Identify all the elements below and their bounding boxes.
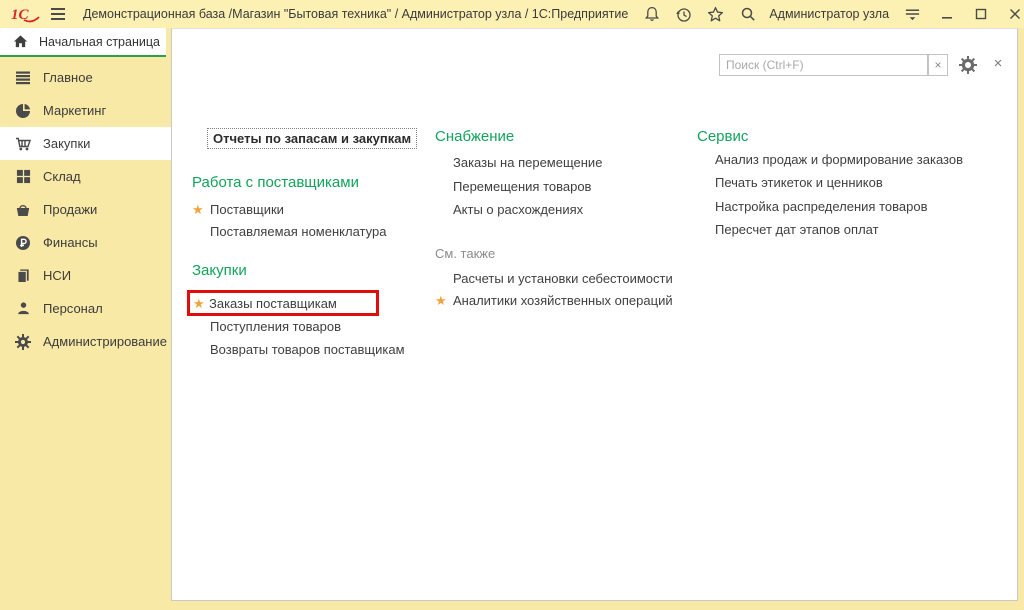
search-input[interactable] bbox=[719, 54, 928, 76]
menu-item-pechat-etiketok[interactable]: Печать этикеток и ценников bbox=[715, 175, 883, 190]
left-navigation: Начальная страница Главное Маркетинг Зак… bbox=[0, 28, 171, 610]
reports-stock-purchases-link[interactable]: Отчеты по запасам и закупкам bbox=[207, 128, 417, 149]
sidebar-menu: Главное Маркетинг Закупки Склад Продажи bbox=[0, 57, 171, 358]
minimize-button[interactable] bbox=[939, 6, 955, 22]
sidebar-item-glavnoe[interactable]: Главное bbox=[0, 61, 171, 94]
person-icon bbox=[14, 300, 32, 318]
sidebar-item-prodazhi[interactable]: Продажи bbox=[0, 193, 171, 226]
sidebar-item-label: Финансы bbox=[43, 235, 98, 250]
menu-lines-icon bbox=[14, 69, 32, 87]
basket-icon bbox=[14, 201, 32, 219]
menu-item-postupleniya-tovarov[interactable]: Поступления товаров bbox=[210, 319, 341, 334]
section-header-snabzhenie: Снабжение bbox=[435, 128, 514, 145]
main-menu-icon[interactable] bbox=[50, 7, 66, 21]
sidebar-item-label: НСИ bbox=[43, 268, 71, 283]
menu-item-postavlyaemaya-nomenklatura[interactable]: Поставляемая номенклатура bbox=[210, 224, 386, 239]
history-icon[interactable] bbox=[675, 6, 692, 23]
cart-icon bbox=[14, 135, 32, 153]
sidebar-item-marketing[interactable]: Маркетинг bbox=[0, 94, 171, 127]
purchases-function-panel: × × Отчеты по запасам и закупкам Работа … bbox=[171, 28, 1018, 601]
sidebar-item-finansy[interactable]: Финансы bbox=[0, 226, 171, 259]
pie-chart-icon bbox=[14, 102, 32, 120]
sidebar-item-label: Персонал bbox=[43, 301, 103, 316]
gear-icon bbox=[14, 333, 32, 351]
sidebar-item-label: Закупки bbox=[43, 136, 90, 151]
1c-logo-icon: 1С bbox=[10, 4, 42, 24]
ruble-icon bbox=[14, 234, 32, 252]
favorite-star-icon: ★ bbox=[192, 202, 210, 217]
section-header-suppliers-work: Работа с поставщиками bbox=[192, 174, 359, 191]
menu-item-label: Поставщики bbox=[210, 202, 284, 217]
panel-settings-gear-icon[interactable] bbox=[958, 55, 978, 75]
search-clear-button[interactable]: × bbox=[928, 54, 948, 76]
menu-item-vozvraty-tovarov[interactable]: Возвраты товаров поставщикам bbox=[210, 342, 405, 357]
sidebar-item-label: Администрирование bbox=[43, 334, 167, 349]
close-window-button[interactable] bbox=[1007, 6, 1023, 22]
sidebar-item-sklad[interactable]: Склад bbox=[0, 160, 171, 193]
sidebar-item-nsi[interactable]: НСИ bbox=[0, 259, 171, 292]
highlighted-menu-item-zakazy-postavshchikam[interactable]: ★ Заказы поставщикам bbox=[187, 290, 379, 316]
home-icon bbox=[13, 34, 29, 50]
section-header-sm-takzhe: См. также bbox=[435, 245, 495, 262]
sidebar-item-label: Маркетинг bbox=[43, 103, 106, 118]
sidebar-item-zakupki[interactable]: Закупки bbox=[0, 127, 171, 160]
current-user-label[interactable]: Администратор узла bbox=[769, 7, 889, 21]
favorite-star-icon: ★ bbox=[435, 293, 453, 308]
menu-item-label: Заказы поставщикам bbox=[209, 296, 337, 311]
sidebar-item-personal[interactable]: Персонал bbox=[0, 292, 171, 325]
home-page-tab[interactable]: Начальная страница bbox=[0, 28, 166, 57]
window-title: Демонстрационная база /Магазин "Бытовая … bbox=[83, 7, 628, 21]
menu-item-peremeshcheniya-tovarov[interactable]: Перемещения товаров bbox=[453, 179, 591, 194]
maximize-button[interactable] bbox=[973, 6, 989, 22]
grid-icon bbox=[14, 168, 32, 186]
sidebar-item-label: Склад bbox=[43, 169, 81, 184]
global-search-icon[interactable] bbox=[739, 6, 756, 23]
menu-item-nastroyka-raspredeleniya[interactable]: Настройка распределения товаров bbox=[715, 199, 927, 214]
section-header-zakupki: Закупки bbox=[192, 262, 247, 279]
menu-item-analiz-prodazh[interactable]: Анализ продаж и формирование заказов bbox=[715, 152, 963, 167]
sidebar-item-label: Продажи bbox=[43, 202, 97, 217]
window-titlebar: 1С Демонстрационная база /Магазин "Бытов… bbox=[0, 0, 1024, 28]
section-header-servis: Сервис bbox=[697, 128, 748, 145]
service-settings-menu-icon[interactable] bbox=[904, 6, 921, 23]
menu-item-analitiki-operatsiy[interactable]: ★ Аналитики хозяйственных операций bbox=[435, 292, 673, 308]
panel-close-icon[interactable]: × bbox=[990, 56, 1006, 72]
documents-icon bbox=[14, 267, 32, 285]
notifications-bell-icon[interactable] bbox=[643, 6, 660, 23]
sidebar-item-administrirovanie[interactable]: Администрирование bbox=[0, 325, 171, 358]
favorites-star-icon[interactable] bbox=[707, 6, 724, 23]
menu-item-label: Аналитики хозяйственных операций bbox=[453, 293, 673, 308]
menu-item-postavshchiki[interactable]: ★ Поставщики bbox=[192, 201, 284, 217]
menu-item-zakazy-na-peremeshchenie[interactable]: Заказы на перемещение bbox=[453, 155, 602, 170]
menu-item-raschety-sebestoimosti[interactable]: Расчеты и установки себестоимости bbox=[453, 271, 673, 286]
menu-item-pereschet-dat[interactable]: Пересчет дат этапов оплат bbox=[715, 222, 879, 237]
favorite-star-icon: ★ bbox=[193, 296, 209, 311]
menu-item-akty-o-raskhozhdeniyakh[interactable]: Акты о расхождениях bbox=[453, 202, 583, 217]
home-page-tab-label: Начальная страница bbox=[39, 35, 160, 49]
sidebar-item-label: Главное bbox=[43, 70, 93, 85]
